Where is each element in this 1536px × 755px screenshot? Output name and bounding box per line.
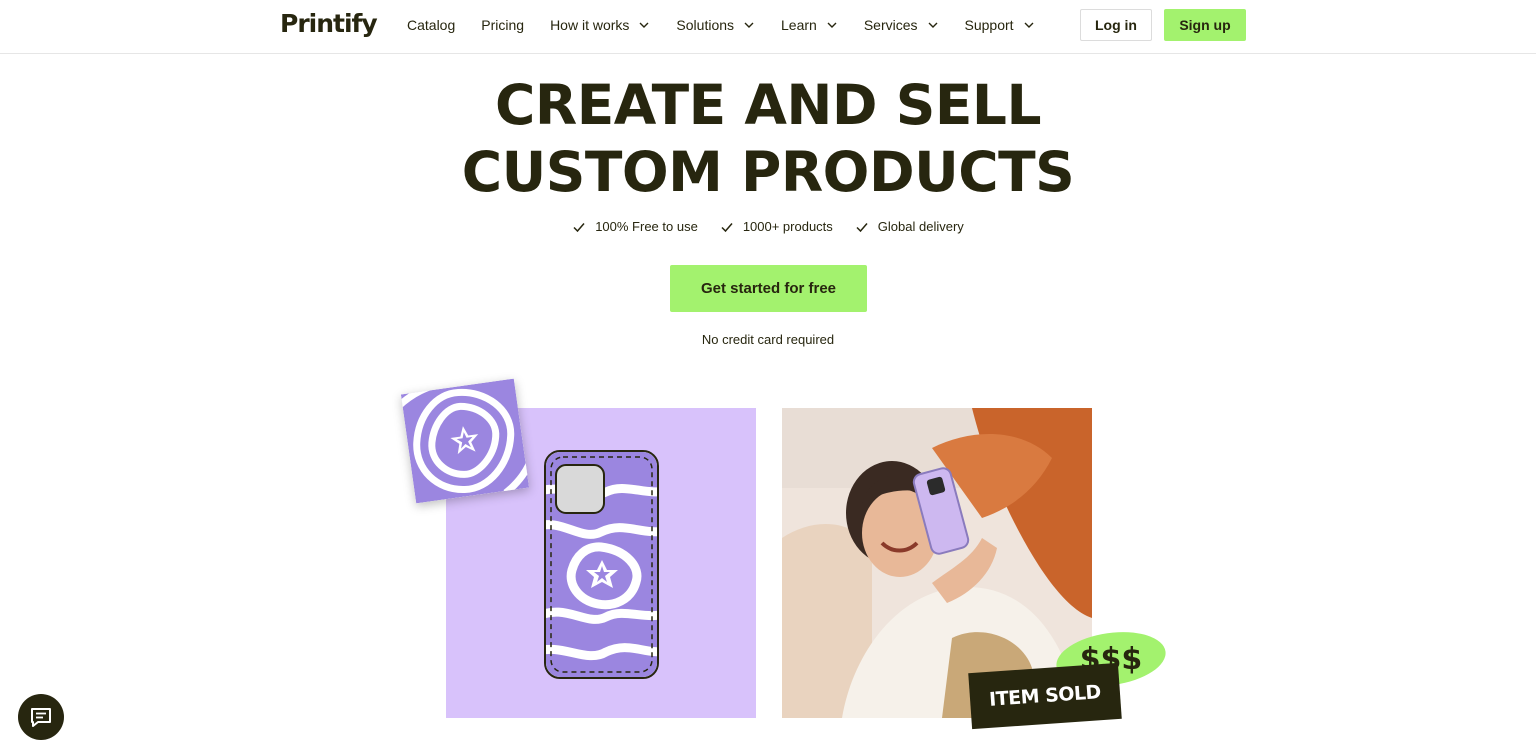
nav-item-learn[interactable]: Learn (781, 17, 838, 33)
chevron-down-icon (928, 22, 938, 28)
nav-item-how-it-works[interactable]: How it works (550, 17, 650, 33)
chevron-down-icon (744, 22, 754, 28)
feature-label: 1000+ products (742, 219, 833, 234)
login-button[interactable]: Log in (1080, 9, 1152, 41)
nav-label: Support (964, 17, 1014, 33)
nav-label: Catalog (407, 17, 456, 33)
feature-item: Global delivery (855, 219, 964, 234)
feature-label: Global delivery (877, 219, 964, 234)
item-sold-text: ITEM SOLD (988, 681, 1102, 711)
nav-item-support[interactable]: Support (965, 17, 1035, 33)
chevron-down-icon (1024, 22, 1034, 28)
feature-list: 100% Free to use 1000+ products Global d… (0, 219, 1536, 234)
chevron-down-icon (639, 22, 649, 28)
no-credit-card-note: No credit card required (701, 332, 835, 347)
phone-case-mockup (544, 450, 659, 679)
nav-label: Pricing (481, 17, 525, 33)
nav-label: Solutions (676, 17, 735, 33)
feature-label: 100% Free to use (595, 219, 698, 234)
nav-item-catalog[interactable]: Catalog (407, 17, 455, 33)
feature-item: 100% Free to use (572, 219, 698, 234)
check-icon (721, 222, 733, 232)
swirl-pattern-graphic (400, 378, 530, 504)
item-sold-badge: ITEM SOLD (968, 662, 1122, 730)
hero-title-line: CUSTOM PRODUCTS (461, 140, 1075, 204)
site-header: Printify Catalog Pricing How it works So… (0, 0, 1536, 54)
nav-label: How it works (550, 17, 630, 33)
nav-item-solutions[interactable]: Solutions (676, 17, 755, 33)
phone-case-pattern-graphic (546, 452, 657, 677)
signup-button[interactable]: Sign up (1164, 9, 1246, 41)
printify-logo[interactable]: Printify (280, 9, 378, 38)
check-icon (573, 222, 585, 232)
hero-title-line: CREATE AND SELL (495, 73, 1042, 137)
nav-item-services[interactable]: Services (864, 17, 939, 33)
nav-label: Services (863, 17, 918, 33)
main-nav: Catalog Pricing How it works Solutions L… (407, 0, 1061, 50)
chat-bubble-icon (31, 708, 51, 727)
check-icon (856, 222, 868, 232)
nav-item-pricing[interactable]: Pricing (481, 17, 524, 33)
get-started-button[interactable]: Get started for free (670, 265, 867, 312)
hero-title: CREATE AND SELL CUSTOM PRODUCTS (368, 72, 1168, 206)
chevron-down-icon (827, 22, 837, 28)
feature-item: 1000+ products (720, 219, 833, 234)
nav-label: Learn (781, 17, 817, 33)
chat-widget-button[interactable] (18, 694, 64, 740)
pattern-swatch-image (400, 378, 530, 504)
